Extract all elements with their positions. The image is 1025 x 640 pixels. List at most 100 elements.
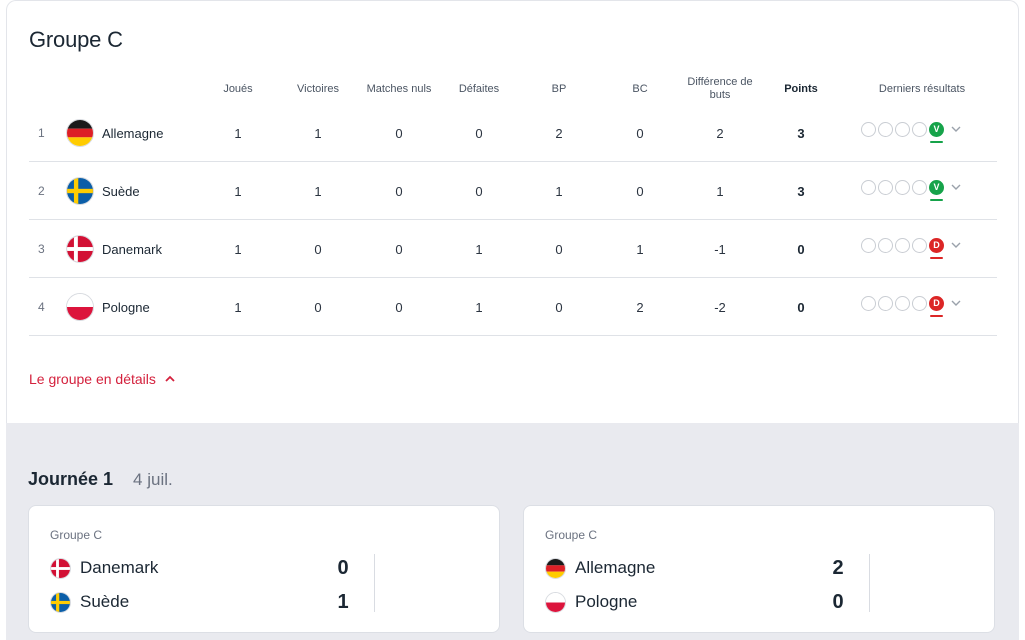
points-value: 0: [797, 299, 805, 315]
header-points: Points: [784, 82, 818, 95]
rank: 4: [38, 300, 45, 314]
table-row[interactable]: 1 Allemagne 1 1 0 0 2 0 2 3 V: [29, 104, 997, 162]
empty-result-icon: [895, 121, 910, 137]
wins-value: 0: [314, 241, 322, 257]
away-team: Pologne: [545, 590, 637, 614]
goal-difference-value: 2: [716, 125, 724, 141]
score-divider: [374, 554, 375, 612]
draws-value: 0: [395, 183, 403, 199]
empty-result-icon: [912, 295, 927, 311]
match-card[interactable]: Groupe C Allemagne 2 Pologne 0: [523, 505, 995, 633]
win-result-badge: V: [929, 121, 944, 143]
losses-value: 0: [475, 183, 483, 199]
wins-value: 0: [314, 299, 322, 315]
table-row[interactable]: 2 Suède 1 1 0 0 1 0 1 3 V: [29, 162, 997, 220]
away-team-name: Pologne: [575, 592, 638, 611]
draws-value: 0: [395, 299, 403, 315]
germany-flag-icon: [545, 557, 566, 579]
away-score: 0: [832, 590, 844, 613]
empty-result-icon: [861, 237, 876, 253]
away-team: Suède: [50, 590, 129, 614]
away-team-name: Suède: [80, 592, 130, 611]
empty-result-icon: [861, 179, 876, 195]
loss-result-badge: D: [929, 295, 944, 317]
win-result-badge: V: [929, 179, 944, 201]
match-group-label: Groupe C: [50, 528, 103, 542]
goals-for-value: 2: [555, 125, 563, 141]
home-score: 2: [832, 556, 844, 579]
score-divider: [869, 554, 870, 612]
last-results[interactable]: V: [861, 177, 962, 201]
played-value: 1: [234, 183, 242, 199]
team-name: Pologne: [102, 299, 150, 315]
goals-for-value: 1: [555, 183, 563, 199]
matchday-header: Journée 1 4 juil.: [28, 469, 173, 490]
draws-value: 0: [395, 241, 403, 257]
group-title: Groupe C: [29, 27, 123, 52]
empty-result-icon: [878, 179, 893, 195]
chevron-down-icon[interactable]: [950, 123, 962, 135]
match-card[interactable]: Groupe C Danemark 0 Suède 1: [28, 505, 500, 633]
empty-result-icon: [912, 237, 927, 253]
empty-result-icon: [878, 121, 893, 137]
germany-flag-icon: [66, 119, 94, 147]
group-details-label: Le groupe en détails: [29, 371, 156, 387]
team-name: Suède: [102, 183, 140, 199]
header-wins: Victoires: [297, 82, 339, 95]
empty-result-icon: [912, 121, 927, 137]
table-row[interactable]: 3 Danemark 1 0 0 1 0 1 -1 0 D: [29, 220, 997, 278]
poland-flag-icon: [66, 293, 94, 321]
team-cell[interactable]: Suède: [66, 162, 140, 220]
empty-result-icon: [895, 237, 910, 253]
header-goal-difference: Différence de buts: [687, 76, 753, 101]
last-results[interactable]: D: [861, 235, 962, 259]
match-group-label: Groupe C: [545, 528, 598, 542]
last-results[interactable]: V: [861, 119, 962, 143]
header-played: Joués: [223, 82, 253, 95]
poland-flag-icon: [545, 591, 566, 613]
home-team: Danemark: [50, 556, 158, 580]
away-score: 1: [337, 590, 349, 613]
rank: 3: [38, 242, 45, 256]
sweden-flag-icon: [66, 177, 94, 205]
empty-result-icon: [878, 237, 893, 253]
rank: 1: [38, 126, 45, 140]
home-team-name: Allemagne: [575, 558, 656, 577]
empty-result-icon: [912, 179, 927, 195]
team-cell[interactable]: Pologne: [66, 278, 150, 336]
chevron-down-icon[interactable]: [950, 297, 962, 309]
team-cell[interactable]: Allemagne: [66, 104, 163, 162]
last-results[interactable]: D: [861, 293, 962, 317]
played-value: 1: [234, 125, 242, 141]
losses-value: 1: [475, 241, 483, 257]
goals-against-value: 0: [636, 183, 644, 199]
empty-result-icon: [895, 295, 910, 311]
losses-value: 1: [475, 299, 483, 315]
empty-result-icon: [861, 295, 876, 311]
empty-result-icon: [878, 295, 893, 311]
team-name: Allemagne: [102, 125, 164, 141]
table-row[interactable]: 4 Pologne 1 0 0 1 0 2 -2 0 D: [29, 278, 997, 336]
points-value: 3: [797, 183, 805, 199]
home-team-name: Danemark: [80, 558, 159, 577]
header-draws: Matches nuls: [366, 82, 432, 95]
empty-result-icon: [895, 179, 910, 195]
losses-value: 0: [475, 125, 483, 141]
header-goals-for: BP: [551, 82, 567, 95]
played-value: 1: [234, 241, 242, 257]
chevron-up-icon: [165, 375, 175, 382]
chevron-down-icon[interactable]: [950, 181, 962, 193]
goals-against-value: 0: [636, 125, 644, 141]
goals-against-value: 1: [636, 241, 644, 257]
header-losses: Défaites: [458, 82, 500, 95]
group-details-link[interactable]: Le groupe en détails: [29, 371, 176, 387]
home-score: 0: [337, 556, 349, 579]
chevron-down-icon[interactable]: [950, 239, 962, 251]
header-last-results: Derniers résultats: [878, 82, 966, 95]
goals-against-value: 2: [636, 299, 644, 315]
denmark-flag-icon: [66, 235, 94, 263]
points-value: 3: [797, 125, 805, 141]
goal-difference-value: -2: [714, 299, 726, 315]
team-cell[interactable]: Danemark: [66, 220, 162, 278]
matchday-section: Journée 1 4 juil. Groupe C Danemark 0 Su…: [6, 423, 1019, 640]
